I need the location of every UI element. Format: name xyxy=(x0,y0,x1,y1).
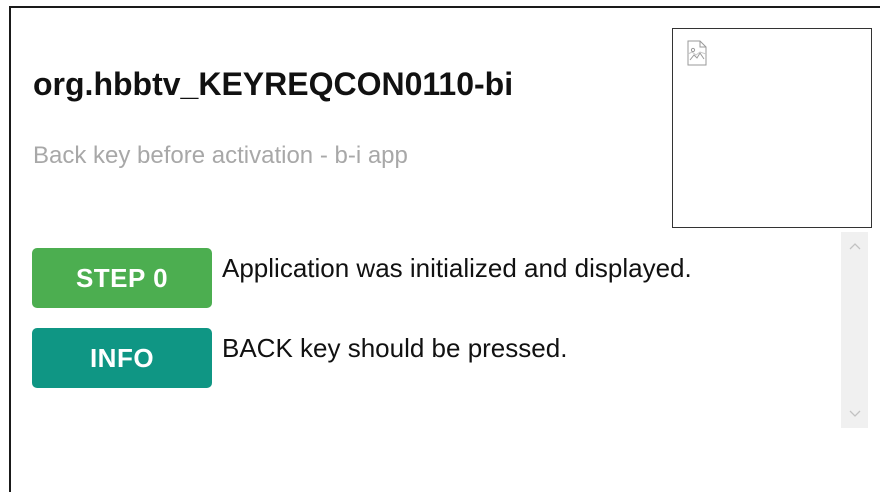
log-message: Application was initialized and displaye… xyxy=(222,253,692,283)
page-title: org.hbbtv_KEYREQCON0110-bi xyxy=(33,66,514,102)
info-badge: INFO xyxy=(32,328,212,388)
log-message: BACK key should be pressed. xyxy=(222,333,568,363)
log-scrollbar[interactable] xyxy=(841,232,868,428)
step-badge: STEP 0 xyxy=(32,248,212,308)
log-list: STEP 0 Application was initialized and d… xyxy=(20,232,868,428)
video-object xyxy=(672,28,872,228)
broken-image-icon xyxy=(686,40,708,66)
page-subtitle: Back key before activation - b-i app xyxy=(33,142,408,169)
chevron-up-icon[interactable] xyxy=(841,234,868,258)
chevron-down-icon[interactable] xyxy=(841,402,868,426)
